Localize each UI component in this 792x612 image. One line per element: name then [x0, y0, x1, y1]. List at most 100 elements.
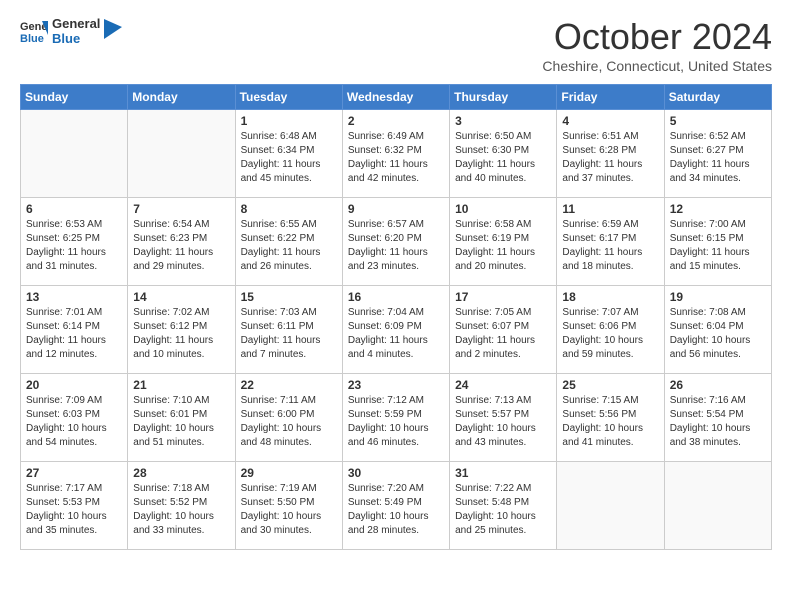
calendar-cell: [664, 462, 771, 550]
day-number: 19: [670, 290, 766, 304]
logo-blue: Blue: [52, 31, 100, 46]
day-number: 11: [562, 202, 658, 216]
calendar-cell: 28Sunrise: 7:18 AM Sunset: 5:52 PM Dayli…: [128, 462, 235, 550]
day-number: 18: [562, 290, 658, 304]
header-friday: Friday: [557, 85, 664, 110]
day-info: Sunrise: 7:16 AM Sunset: 5:54 PM Dayligh…: [670, 394, 766, 450]
location-subtitle: Cheshire, Connecticut, United States: [542, 58, 772, 74]
header-monday: Monday: [128, 85, 235, 110]
calendar-week-5: 27 Sunrise: 7:17 AM Sunset: 5:53 PM Dayli…: [21, 462, 772, 550]
page-header: General Blue General Blue October 2024 C…: [20, 16, 772, 74]
logo-general: General: [52, 16, 100, 31]
calendar-cell: 6Sunrise: 6:53 AM Sunset: 6:25 PM Daylig…: [21, 198, 128, 286]
day-info: Sunrise: 7:18 AM Sunset: 5:52 PM Dayligh…: [133, 482, 229, 538]
calendar-week-1: 1 Sunrise: 6:48 AM Sunset: 6:34 PM Daylig…: [21, 110, 772, 198]
day-number: 9: [348, 202, 444, 216]
day-info: Sunrise: 7:08 AM Sunset: 6:04 PM Dayligh…: [670, 306, 766, 362]
day-info: Sunrise: 7:22 AM Sunset: 5:48 PM Dayligh…: [455, 482, 551, 538]
calendar-cell: [557, 462, 664, 550]
title-block: October 2024 Cheshire, Connecticut, Unit…: [542, 16, 772, 74]
day-info: Sunrise: 7:05 AM Sunset: 6:07 PM Dayligh…: [455, 306, 551, 362]
day-number: 4: [562, 114, 658, 128]
month-title: October 2024: [542, 16, 772, 58]
calendar-cell: [21, 110, 128, 198]
day-number: 27: [26, 466, 122, 480]
day-info: Sunrise: 7:07 AM Sunset: 6:06 PM Dayligh…: [562, 306, 658, 362]
day-number: 29: [241, 466, 337, 480]
day-info: Sunrise: 7:10 AM Sunset: 6:01 PM Dayligh…: [133, 394, 229, 450]
calendar-week-3: 13Sunrise: 7:01 AM Sunset: 6:14 PM Dayli…: [21, 286, 772, 374]
calendar-cell: 8 Sunrise: 6:55 AM Sunset: 6:22 PM Daylig…: [235, 198, 342, 286]
day-info: Sunrise: 6:50 AM Sunset: 6:30 PM Dayligh…: [455, 130, 551, 186]
day-info: Sunrise: 6:58 AM Sunset: 6:19 PM Dayligh…: [455, 218, 551, 274]
day-info: Sunrise: 6:52 AM Sunset: 6:27 PM Dayligh…: [670, 130, 766, 186]
day-info: Sunrise: 7:03 AM Sunset: 6:11 PM Dayligh…: [241, 306, 337, 362]
day-info: Sunrise: 6:54 AM Sunset: 6:23 PM Dayligh…: [133, 218, 229, 274]
day-number: 12: [670, 202, 766, 216]
day-number: 14: [133, 290, 229, 304]
calendar-cell: 7 Sunrise: 6:54 AM Sunset: 6:23 PM Daylig…: [128, 198, 235, 286]
day-number: 5: [670, 114, 766, 128]
day-number: 22: [241, 378, 337, 392]
day-number: 31: [455, 466, 551, 480]
day-info: Sunrise: 6:48 AM Sunset: 6:34 PM Dayligh…: [241, 130, 337, 186]
day-number: 8: [241, 202, 337, 216]
calendar-cell: 18 Sunrise: 7:07 AM Sunset: 6:06 PM Dayli…: [557, 286, 664, 374]
header-sunday: Sunday: [21, 85, 128, 110]
calendar-table: SundayMondayTuesdayWednesdayThursdayFrid…: [20, 84, 772, 550]
calendar-cell: 1 Sunrise: 6:48 AM Sunset: 6:34 PM Daylig…: [235, 110, 342, 198]
day-number: 15: [241, 290, 337, 304]
day-info: Sunrise: 6:49 AM Sunset: 6:32 PM Dayligh…: [348, 130, 444, 186]
day-number: 2: [348, 114, 444, 128]
calendar-cell: 3Sunrise: 6:50 AM Sunset: 6:30 PM Daylig…: [450, 110, 557, 198]
calendar-cell: 21Sunrise: 7:10 AM Sunset: 6:01 PM Dayli…: [128, 374, 235, 462]
calendar-cell: 29 Sunrise: 7:19 AM Sunset: 5:50 PM Dayli…: [235, 462, 342, 550]
day-info: Sunrise: 6:55 AM Sunset: 6:22 PM Dayligh…: [241, 218, 337, 274]
day-number: 16: [348, 290, 444, 304]
day-number: 23: [348, 378, 444, 392]
calendar-cell: 23Sunrise: 7:12 AM Sunset: 5:59 PM Dayli…: [342, 374, 449, 462]
day-number: 1: [241, 114, 337, 128]
day-info: Sunrise: 7:19 AM Sunset: 5:50 PM Dayligh…: [241, 482, 337, 538]
day-info: Sunrise: 7:20 AM Sunset: 5:49 PM Dayligh…: [348, 482, 444, 538]
logo-icon: General Blue: [20, 17, 48, 45]
day-number: 20: [26, 378, 122, 392]
logo-arrow-icon: [104, 19, 122, 39]
logo: General Blue General Blue: [20, 16, 122, 46]
day-info: Sunrise: 7:17 AM Sunset: 5:53 PM Dayligh…: [26, 482, 122, 538]
calendar-cell: 31 Sunrise: 7:22 AM Sunset: 5:48 PM Dayli…: [450, 462, 557, 550]
header-saturday: Saturday: [664, 85, 771, 110]
svg-text:Blue: Blue: [20, 33, 44, 45]
calendar-cell: 14Sunrise: 7:02 AM Sunset: 6:12 PM Dayli…: [128, 286, 235, 374]
day-number: 24: [455, 378, 551, 392]
header-thursday: Thursday: [450, 85, 557, 110]
day-number: 10: [455, 202, 551, 216]
calendar-cell: 24 Sunrise: 7:13 AM Sunset: 5:57 PM Dayli…: [450, 374, 557, 462]
calendar-cell: 16 Sunrise: 7:04 AM Sunset: 6:09 PM Dayli…: [342, 286, 449, 374]
day-number: 30: [348, 466, 444, 480]
calendar-cell: 13Sunrise: 7:01 AM Sunset: 6:14 PM Dayli…: [21, 286, 128, 374]
day-number: 25: [562, 378, 658, 392]
day-info: Sunrise: 6:57 AM Sunset: 6:20 PM Dayligh…: [348, 218, 444, 274]
day-info: Sunrise: 7:15 AM Sunset: 5:56 PM Dayligh…: [562, 394, 658, 450]
day-info: Sunrise: 7:09 AM Sunset: 6:03 PM Dayligh…: [26, 394, 122, 450]
calendar-cell: 11 Sunrise: 6:59 AM Sunset: 6:17 PM Dayli…: [557, 198, 664, 286]
day-info: Sunrise: 7:13 AM Sunset: 5:57 PM Dayligh…: [455, 394, 551, 450]
calendar-cell: 27 Sunrise: 7:17 AM Sunset: 5:53 PM Dayli…: [21, 462, 128, 550]
day-info: Sunrise: 7:04 AM Sunset: 6:09 PM Dayligh…: [348, 306, 444, 362]
day-info: Sunrise: 6:59 AM Sunset: 6:17 PM Dayligh…: [562, 218, 658, 274]
calendar-cell: 15 Sunrise: 7:03 AM Sunset: 6:11 PM Dayli…: [235, 286, 342, 374]
calendar-cell: [128, 110, 235, 198]
calendar-cell: 30 Sunrise: 7:20 AM Sunset: 5:49 PM Dayli…: [342, 462, 449, 550]
day-number: 13: [26, 290, 122, 304]
day-number: 6: [26, 202, 122, 216]
calendar-cell: 22Sunrise: 7:11 AM Sunset: 6:00 PM Dayli…: [235, 374, 342, 462]
day-number: 17: [455, 290, 551, 304]
calendar-cell: 20 Sunrise: 7:09 AM Sunset: 6:03 PM Dayli…: [21, 374, 128, 462]
calendar-cell: 26Sunrise: 7:16 AM Sunset: 5:54 PM Dayli…: [664, 374, 771, 462]
header-tuesday: Tuesday: [235, 85, 342, 110]
calendar-cell: 12Sunrise: 7:00 AM Sunset: 6:15 PM Dayli…: [664, 198, 771, 286]
calendar-cell: 19 Sunrise: 7:08 AM Sunset: 6:04 PM Dayli…: [664, 286, 771, 374]
header-wednesday: Wednesday: [342, 85, 449, 110]
day-number: 7: [133, 202, 229, 216]
